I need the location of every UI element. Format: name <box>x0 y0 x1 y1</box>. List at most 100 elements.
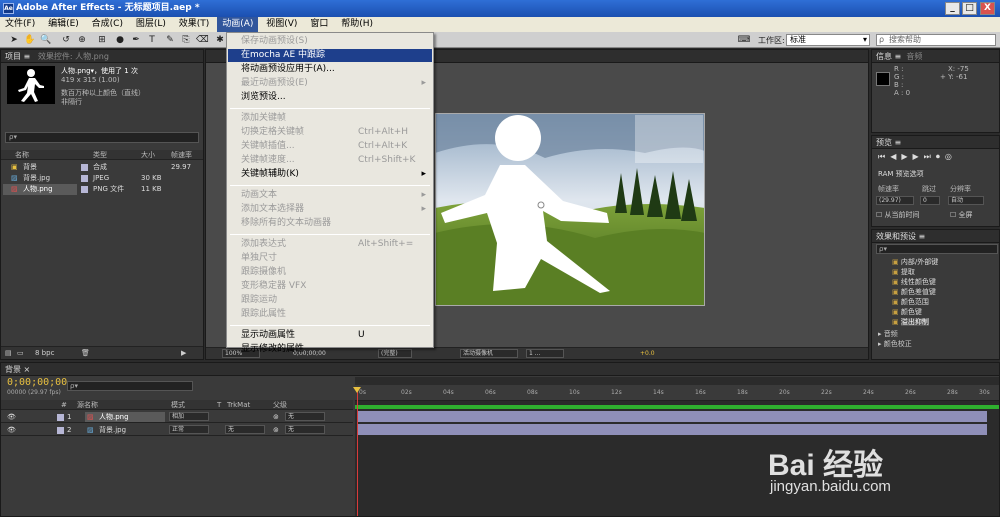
tab-effect-controls[interactable]: 效果控件: 人物.png <box>38 52 109 61</box>
col-source-name[interactable]: 源名称 <box>77 400 98 410</box>
view-layout-select[interactable]: 1 ... <box>526 349 564 358</box>
parent-select[interactable]: 无 <box>285 425 325 434</box>
menu-view[interactable]: 视图(V) <box>261 17 302 32</box>
trash-icon[interactable]: 🗑 <box>81 349 90 357</box>
text-tool-icon[interactable]: T <box>146 34 158 46</box>
tab-project[interactable]: 项目 ≡ <box>5 52 30 61</box>
menu-item[interactable]: 添加文本选择器 ▸ <box>228 203 432 216</box>
puppet-tool-icon[interactable]: ✱ <box>214 34 226 46</box>
menu-item[interactable]: 单独尺寸 <box>228 252 432 265</box>
eraser-tool-icon[interactable]: ⌫ <box>196 34 209 46</box>
menu-item[interactable]: 保存动画预设(S) <box>228 35 432 48</box>
timeline-search-input[interactable]: ρ▾ <box>67 381 193 391</box>
menu-item[interactable]: 在mocha AE 中跟踪 <box>228 49 432 62</box>
selection-tool-icon[interactable]: ➤ <box>8 34 20 46</box>
eye-icon[interactable]: 👁 <box>7 424 16 436</box>
interpret-footage-icon[interactable]: ▤ <box>5 349 12 357</box>
camera-tool-icon[interactable]: ⊕ <box>76 34 88 46</box>
project-item[interactable]: ▨ 背景.jpg JPEG 30 KB <box>1 173 203 184</box>
keyboard-icon[interactable]: ⌨ <box>737 34 751 46</box>
folder-color-correction[interactable]: ▸ 颜色校正 <box>878 339 912 350</box>
menu-item[interactable]: 显示动画属性 U <box>228 329 432 342</box>
resolution-select[interactable]: 自动 <box>948 196 984 205</box>
menu-edit[interactable]: 编辑(E) <box>43 17 84 32</box>
col-parent[interactable]: 父级 <box>273 400 287 410</box>
parent-pick-whip-icon[interactable]: ⊚ <box>273 411 279 423</box>
clone-tool-icon[interactable]: ⎘ <box>180 34 192 46</box>
menu-item[interactable]: 跟踪此属性 <box>228 308 432 321</box>
menu-composition[interactable]: 合成(C) <box>87 17 128 32</box>
close-button[interactable]: X <box>980 2 995 15</box>
zoom-tool-icon[interactable]: 🔍 <box>40 34 52 46</box>
help-search-input[interactable]: ρ 搜索帮助 <box>876 34 996 46</box>
col-size[interactable]: 大小 <box>141 150 155 160</box>
menu-effect[interactable]: 效果(T) <box>174 17 215 32</box>
workspace-select[interactable]: 标准 ▾ <box>786 34 870 46</box>
rotate-tool-icon[interactable]: ↺ <box>60 34 72 46</box>
hand-tool-icon[interactable]: ✋ <box>24 34 36 46</box>
new-folder-icon[interactable]: ▭ <box>17 349 24 357</box>
blend-mode-select[interactable]: 正常 <box>169 425 209 434</box>
parent-pick-whip-icon[interactable]: ⊚ <box>273 424 279 436</box>
tab-composition[interactable]: 背景 × <box>5 365 30 374</box>
project-search-input[interactable]: ρ▾ <box>5 132 199 143</box>
menu-help[interactable]: 帮助(H) <box>336 17 378 32</box>
trkmat-select[interactable]: 无 <box>225 425 265 434</box>
parent-select[interactable]: 无 <box>285 412 325 421</box>
menu-window[interactable]: 窗口 <box>305 17 333 32</box>
layer-row[interactable]: 👁 1 ▨ 人物.png 相加 ⊚ 无 <box>1 411 353 423</box>
fps-select[interactable]: (29.97) <box>876 196 914 205</box>
flow-icon[interactable]: ▶ <box>181 349 186 357</box>
maximize-button[interactable]: □ <box>962 2 977 15</box>
timeline-area[interactable]: 0s 02s 04s 06s 08s 10s 12s 14s 16s 18s 20s 22s 24s 26… <box>353 377 999 516</box>
tab-preview[interactable]: 预览 ≡ <box>876 138 901 147</box>
menu-item[interactable]: 切换定格关键帧 Ctrl+Alt+H <box>228 126 432 139</box>
col-num[interactable]: # <box>61 400 67 410</box>
ram-preview-options[interactable]: RAM 预览选项 <box>878 169 924 180</box>
col-mode[interactable]: 模式 <box>171 400 185 410</box>
menu-item[interactable]: 添加表达式 Alt+Shift+= <box>228 238 432 251</box>
col-fps[interactable]: 帧速率 <box>171 150 192 160</box>
project-item[interactable]: ▣ 背景 合成 29.97 <box>1 162 203 173</box>
menu-layer[interactable]: 图层(L) <box>131 17 171 32</box>
blend-mode-select[interactable]: 相加 <box>169 412 209 421</box>
layer-bar[interactable] <box>357 424 987 435</box>
menu-item[interactable]: 变形稳定器 VFX <box>228 280 432 293</box>
col-type[interactable]: 类型 <box>93 150 107 160</box>
menu-item[interactable]: 最近动画预设(E) ▸ <box>228 77 432 90</box>
menu-animation[interactable]: 动画(A) <box>217 17 259 32</box>
playhead-handle-icon[interactable] <box>353 387 361 393</box>
time-ruler[interactable]: 0s 02s 04s 06s 08s 10s 12s 14s 16s 18s 20s 22s 24s 26… <box>355 385 999 401</box>
from-current-checkbox[interactable]: ☐ 从当前时间 <box>876 210 920 221</box>
col-name[interactable]: 名称 <box>15 150 29 160</box>
mask-tool-icon[interactable]: ● <box>114 34 126 46</box>
eye-icon[interactable]: 👁 <box>7 411 16 423</box>
tab-audio[interactable]: 音频 <box>906 52 922 61</box>
menu-item[interactable]: 将动画预设应用于(A)... <box>228 63 432 76</box>
timeline-timecode[interactable]: 0;00;00;00 <box>7 377 67 388</box>
menu-file[interactable]: 文件(F) <box>0 17 40 32</box>
col-trkmat[interactable]: TrkMat <box>227 400 250 410</box>
skip-input[interactable]: 0 <box>920 196 940 205</box>
tab-effects[interactable]: 效果和预设 ≡ <box>876 232 925 241</box>
playhead[interactable] <box>357 387 358 516</box>
pen-tool-icon[interactable]: ✒ <box>130 34 142 46</box>
pan-behind-tool-icon[interactable]: ⊞ <box>96 34 108 46</box>
menu-item[interactable]: 关键帧辅助(K) ▸ <box>228 168 432 181</box>
work-area-bar[interactable] <box>355 405 999 409</box>
menu-item[interactable]: 跟踪运动 <box>228 294 432 307</box>
menu-item[interactable]: 动画文本 ▸ <box>228 189 432 202</box>
menu-item[interactable]: 跟踪摄像机 <box>228 266 432 279</box>
minimize-button[interactable]: _ <box>945 2 960 15</box>
exposure-value[interactable]: +0.0 <box>640 350 655 357</box>
menu-item[interactable]: 添加关键帧 <box>228 112 432 125</box>
brush-tool-icon[interactable]: ✎ <box>164 34 176 46</box>
tab-info[interactable]: 信息 ≡ <box>876 52 901 61</box>
menu-item[interactable]: 移除所有的文本动画器 <box>228 217 432 230</box>
effects-search-input[interactable]: ρ▾ <box>876 244 998 254</box>
layer-bar[interactable] <box>357 411 987 422</box>
fullscreen-checkbox[interactable]: ☐ 全屏 <box>950 210 973 221</box>
playback-controls[interactable]: ⏮◀▶▶⏭⏺◎ <box>878 152 957 162</box>
layer-row[interactable]: 👁 2 ▨ 背景.jpg 正常 无 ⊚ 无 <box>1 424 353 436</box>
effect-item[interactable]: ▣ 溢出抑制 <box>892 317 929 328</box>
